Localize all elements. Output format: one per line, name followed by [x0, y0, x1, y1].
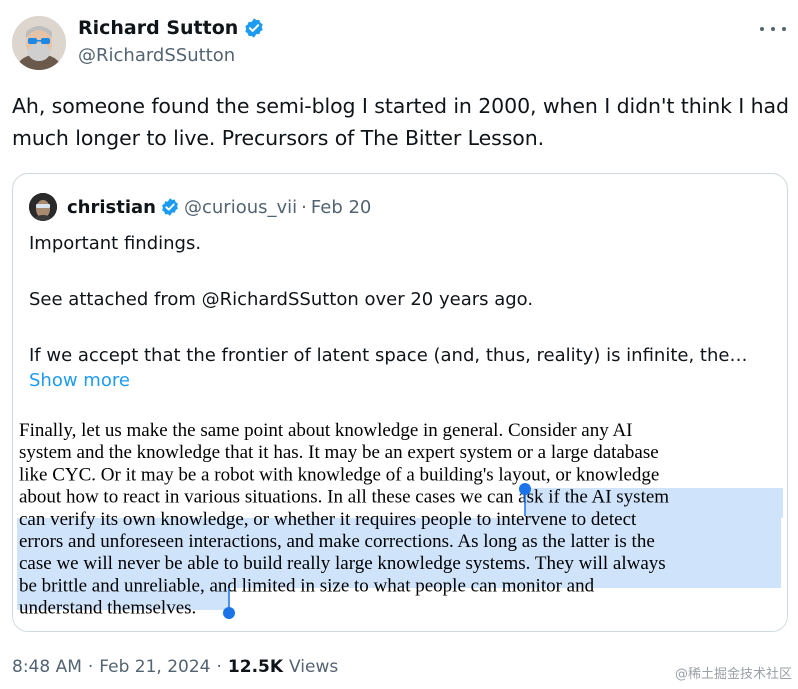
document-line: system and the knowledge that it has. It… [19, 442, 659, 463]
tweet-date[interactable]: Feb 21, 2024 [99, 657, 210, 677]
tweet-metadata: 8:48 AM · Feb 21, 2024 · 12.5K Views [12, 657, 338, 677]
document-line: errors and unforeseen interactions, and … [19, 531, 655, 552]
author-avatar-image [12, 16, 66, 70]
quote-attached-image[interactable]: Finally, let us make the same point abou… [13, 408, 787, 631]
tweet-time[interactable]: 8:48 AM [12, 657, 82, 677]
quote-text: Important findings. See attached from @R… [29, 233, 748, 366]
quote-separator: · [301, 196, 307, 218]
document-line: Finally, let us make the same point abou… [19, 420, 633, 441]
metadata-separator: · [87, 657, 94, 677]
document-excerpt-image: Finally, let us make the same point abou… [17, 420, 783, 619]
quote-header: christian @curious_vii · Feb 20 [67, 193, 371, 221]
quote-author-avatar[interactable] [29, 193, 57, 221]
document-line: be brittle and unreliable, and limited i… [19, 575, 595, 596]
document-line: understand themselves. [19, 598, 196, 619]
document-line: like CYC. Or it may be a robot with know… [19, 464, 659, 485]
more-options-icon[interactable] [760, 20, 786, 38]
views-label: Views [289, 657, 339, 677]
watermark: @稀土掘金技术社区 [674, 667, 792, 682]
author-name[interactable]: Richard Sutton [78, 16, 238, 40]
tweet-text: Ah, someone found the semi-blog I starte… [12, 94, 789, 150]
quote-author-name[interactable]: christian [67, 197, 156, 218]
author-name-row[interactable]: Richard Sutton [78, 16, 265, 40]
author-avatar[interactable] [12, 16, 66, 70]
document-line: about how to react in various situations… [19, 487, 669, 508]
quote-author-handle[interactable]: @curious_vii [184, 197, 297, 218]
quote-date[interactable]: Feb 20 [311, 197, 372, 218]
metadata-separator: · [216, 657, 222, 677]
quoted-tweet-card[interactable]: christian @curious_vii · Feb 20 Importan… [12, 173, 788, 632]
document-line: can verify its own knowledge, or whether… [19, 509, 637, 530]
verified-badge-icon [245, 18, 264, 38]
quote-author-avatar-image [29, 193, 57, 221]
selection-start-handle[interactable] [519, 483, 531, 495]
document-line: case we will never be able to build real… [19, 553, 666, 574]
verified-badge-icon [162, 198, 178, 216]
views-count: 12.5K [227, 657, 284, 677]
author-handle[interactable]: @RichardSSutton [78, 45, 235, 67]
show-more-link[interactable]: Show more [29, 367, 130, 395]
selection-end-handle[interactable] [223, 607, 235, 619]
